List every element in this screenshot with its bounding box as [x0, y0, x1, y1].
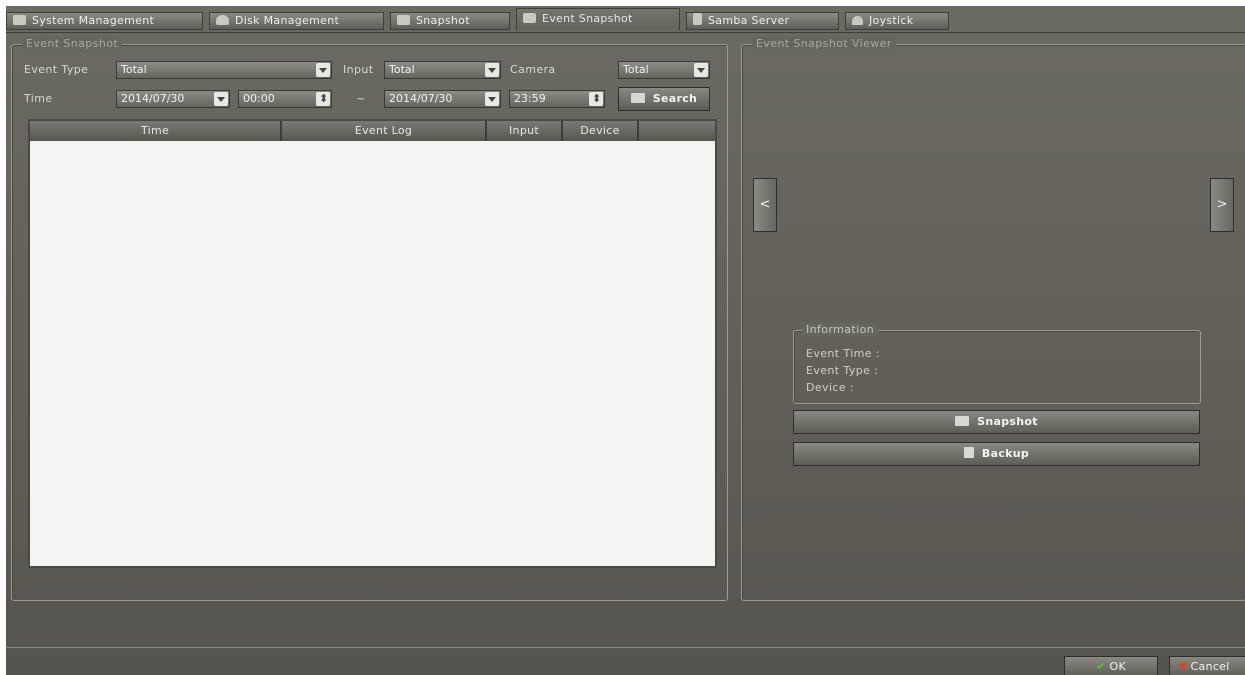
table-header: Time Event Log Input Device: [30, 121, 715, 141]
start-time-stepper[interactable]: 00:00: [238, 90, 332, 108]
column-header-time[interactable]: Time: [30, 121, 282, 141]
dvr-setup-screen: System Management Disk Management Snapsh…: [6, 6, 1245, 675]
snapshot-button[interactable]: Snapshot: [793, 410, 1200, 434]
column-header-input[interactable]: Input: [487, 121, 563, 141]
previous-snapshot-button[interactable]: <: [753, 178, 777, 232]
column-header-device[interactable]: Device: [563, 121, 639, 141]
tab-bar: System Management Disk Management Snapsh…: [6, 8, 1245, 33]
tab-snapshot[interactable]: Snapshot: [390, 12, 510, 30]
samba-icon: [693, 13, 702, 25]
check-icon: ✔: [1095, 660, 1106, 673]
search-icon: [630, 93, 645, 103]
event-snapshot-icon: [523, 13, 536, 23]
information-legend: Information: [802, 323, 879, 336]
event-time-label: Event Time :: [806, 347, 880, 360]
chevron-down-icon[interactable]: [694, 63, 708, 77]
end-time-stepper[interactable]: 23:59: [509, 90, 605, 108]
start-time-value: 00:00: [243, 92, 275, 105]
backup-icon: [963, 447, 974, 458]
information-group: Information Event Time : Event Type : De…: [793, 323, 1201, 404]
chevron-down-icon[interactable]: [485, 92, 499, 106]
input-label: Input: [343, 63, 374, 76]
search-button[interactable]: Search: [618, 87, 710, 111]
chevron-down-icon[interactable]: [485, 63, 499, 77]
start-date-value: 2014/07/30: [121, 92, 185, 105]
device-label: Device :: [806, 381, 855, 394]
camera-value: Total: [623, 63, 649, 76]
close-icon: ✖: [1178, 660, 1188, 673]
tab-samba-server[interactable]: Samba Server: [686, 12, 839, 30]
end-date-value: 2014/07/30: [389, 92, 453, 105]
chevron-left-icon: <: [759, 197, 771, 212]
tab-disk-management[interactable]: Disk Management: [209, 12, 384, 30]
ok-button[interactable]: ✔ OK: [1064, 656, 1158, 675]
viewer-legend: Event Snapshot Viewer: [752, 37, 896, 50]
chevron-down-icon[interactable]: [214, 92, 228, 106]
stepper-arrows-icon[interactable]: [316, 91, 330, 107]
input-value: Total: [389, 63, 415, 76]
event-type-value: Total: [121, 63, 147, 76]
stepper-arrows-icon[interactable]: [589, 91, 603, 107]
tab-divider: [6, 32, 1245, 33]
event-type-label: Event Type: [24, 63, 89, 76]
chevron-down-icon[interactable]: [316, 63, 330, 77]
camera-label: Camera: [510, 63, 556, 76]
event-type-info-label: Event Type :: [806, 364, 879, 377]
event-type-select[interactable]: Total: [116, 61, 332, 79]
tab-joystick[interactable]: Joystick: [845, 12, 949, 30]
system-icon: [13, 15, 26, 25]
disk-icon: [216, 15, 229, 25]
event-snapshot-legend: Event Snapshot: [22, 37, 123, 50]
footer-divider: [6, 647, 1245, 648]
tab-event-snapshot[interactable]: Event Snapshot: [516, 8, 680, 30]
snapshot-icon: [397, 15, 410, 25]
camera-select[interactable]: Total: [618, 61, 710, 79]
input-select[interactable]: Total: [384, 61, 501, 79]
start-date-select[interactable]: 2014/07/30: [116, 90, 230, 108]
cancel-button[interactable]: ✖ Cancel: [1169, 656, 1245, 675]
tab-system-management[interactable]: System Management: [6, 12, 203, 30]
event-table: Time Event Log Input Device: [28, 119, 717, 568]
camera-icon: [955, 416, 970, 426]
time-label: Time: [24, 92, 53, 105]
end-time-value: 23:59: [514, 92, 546, 105]
end-date-select[interactable]: 2014/07/30: [384, 90, 501, 108]
chevron-right-icon: >: [1216, 197, 1228, 212]
next-snapshot-button[interactable]: >: [1210, 178, 1234, 232]
joystick-icon: [852, 16, 863, 25]
column-header-event-log[interactable]: Event Log: [282, 121, 487, 141]
backup-button[interactable]: Backup: [793, 442, 1200, 466]
range-separator: ~: [356, 92, 366, 105]
